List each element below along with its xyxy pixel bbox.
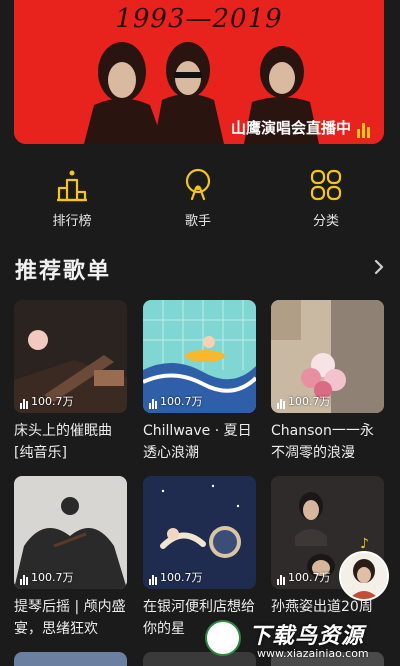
playlist-card[interactable]: 100.7万 提琴后摇 | 颅内盛宴，思绪狂欢: [14, 476, 127, 640]
play-count-icon: [277, 399, 285, 409]
playlist-cover: 100.7万: [271, 300, 384, 413]
playlist-title: 提琴后摇 | 颅内盛宴，思绪狂欢: [14, 599, 126, 637]
playlist-cover: 100.7万: [14, 300, 127, 413]
play-count: 100.7万: [149, 569, 203, 585]
play-count-value: 100.7万: [160, 395, 203, 408]
playlist-title: Chanson一一永不凋零的浪漫: [271, 423, 374, 461]
play-count-icon: [20, 399, 28, 409]
playlist-cover: 100.7万: [14, 476, 127, 589]
nav-item-singer[interactable]: 歌手: [158, 168, 238, 229]
play-count-value: 100.7万: [31, 395, 74, 408]
play-count: 100.7万: [277, 393, 331, 409]
watermark-url: www.xiazainiao.com: [257, 647, 369, 660]
play-count-value: 100.7万: [288, 571, 331, 584]
watermark-logo-icon: [205, 620, 241, 656]
playlist-cover: 100.7万: [143, 476, 256, 589]
nav-item-category[interactable]: 分类: [286, 168, 366, 229]
playlist-title: Chillwave · 夏日透心浪潮: [143, 423, 252, 461]
live-caption: 山鹰演唱会直播中: [231, 117, 370, 138]
live-caption-text: 山鹰演唱会直播中: [230, 119, 351, 137]
podium-icon: [57, 170, 87, 202]
playlist-title: 床头上的催眠曲[纯音乐]: [14, 423, 112, 461]
play-count-icon: [149, 575, 157, 585]
live-banner[interactable]: 1993—2019 山鹰演唱会直播中: [14, 0, 384, 144]
play-count: 100.7万: [20, 569, 74, 585]
watermark-title: 下载鸟资源: [249, 624, 365, 649]
playlist-card[interactable]: 100.7万 床头上的催眠曲[纯音乐]: [14, 300, 127, 464]
category-nav: 排行榜 歌手 分类: [0, 168, 400, 238]
playlist-card[interactable]: 100.7万 Chanson一一永不凋零的浪漫: [271, 300, 384, 464]
music-note-icon: ♪: [360, 536, 369, 552]
category-grid-icon: [310, 169, 342, 201]
section-title: 推荐歌单: [15, 259, 112, 284]
singer-icon: [185, 168, 211, 201]
play-count-value: 100.7万: [31, 571, 74, 584]
nav-label-singer: 歌手: [184, 214, 211, 229]
play-count-value: 100.7万: [160, 571, 203, 584]
play-count-icon: [20, 575, 28, 585]
play-count: 100.7万: [149, 393, 203, 409]
chevron-right-icon[interactable]: [372, 258, 386, 276]
now-playing-cover: [341, 553, 387, 599]
nav-label-ranking: 排行榜: [52, 214, 92, 229]
play-count-value: 100.7万: [288, 395, 331, 408]
play-count-icon: [149, 399, 157, 409]
playlist-card[interactable]: 100.7万 Chillwave · 夏日透心浪潮: [143, 300, 256, 464]
now-playing-button[interactable]: [339, 551, 389, 601]
nav-label-category: 分类: [312, 214, 339, 229]
play-count-icon: [277, 575, 285, 585]
nav-item-ranking[interactable]: 排行榜: [32, 168, 112, 229]
banner-years: 1993—2019: [115, 4, 283, 34]
play-count: 100.7万: [277, 569, 331, 585]
watermark: 下载鸟资源 www.xiazainiao.com: [205, 614, 400, 666]
play-count: 100.7万: [20, 393, 74, 409]
playlist-cover: 100.7万: [143, 300, 256, 413]
live-indicator-icon: [357, 123, 370, 138]
